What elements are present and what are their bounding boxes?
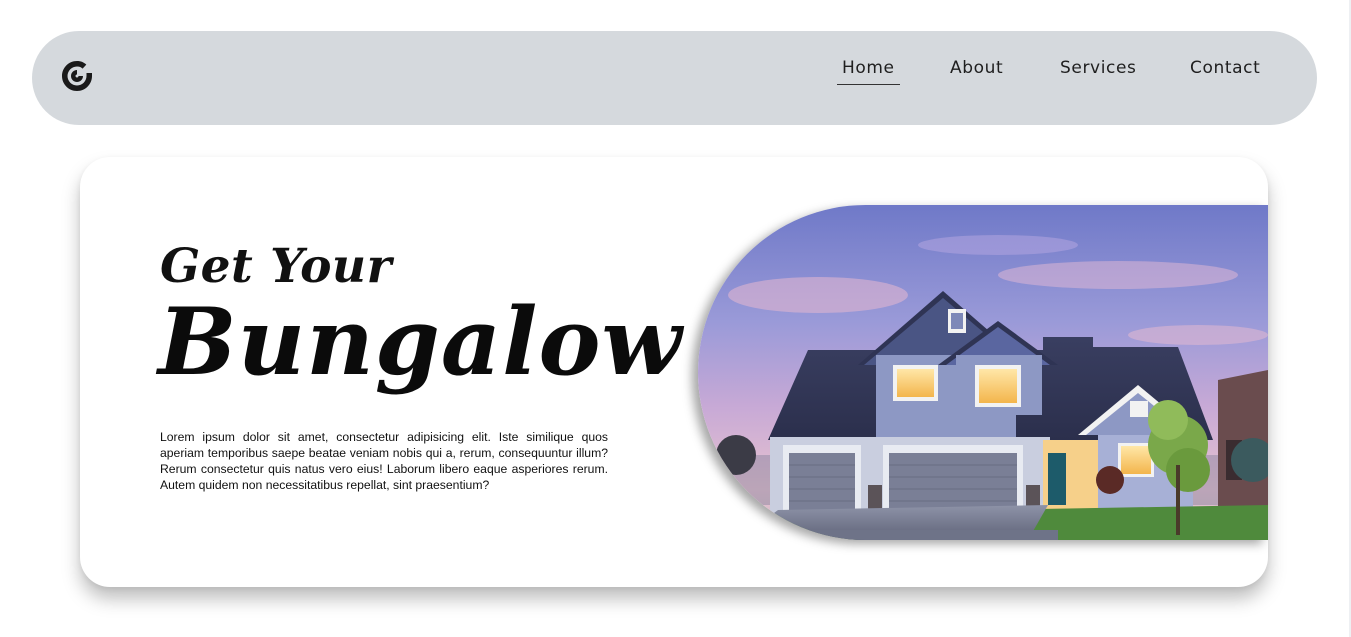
nav-link-contact[interactable]: Contact [1190,58,1260,84]
hero-title: Bungalow [158,287,683,396]
hero-description: Lorem ipsum dolor sit amet, consectetur … [160,430,608,492]
navbar: Home About Services Contact [32,31,1317,125]
house-photo [698,205,1268,540]
hero-card: Get Your Bungalow Lorem ipsum dolor sit … [80,157,1268,587]
nav-link-home[interactable]: Home [837,58,900,85]
nav-link-services[interactable]: Services [1060,58,1137,84]
nav-links: Home About Services Contact [32,58,1317,88]
nav-link-about[interactable]: About [950,58,1003,84]
hero-subtitle: Get Your [160,239,392,294]
